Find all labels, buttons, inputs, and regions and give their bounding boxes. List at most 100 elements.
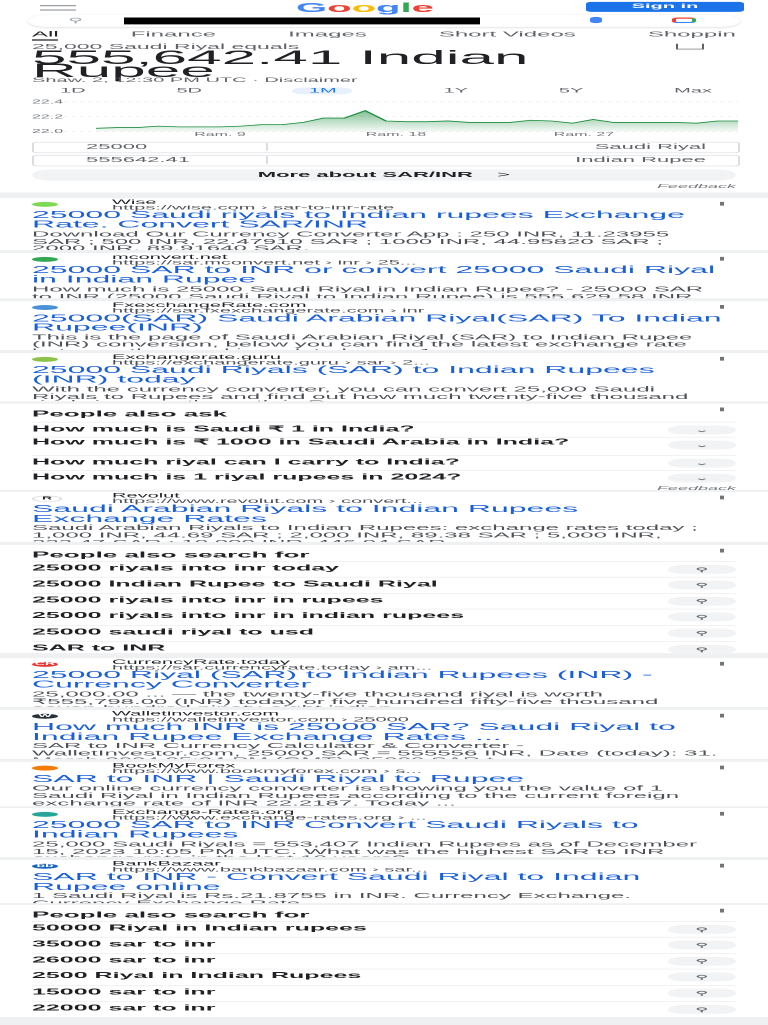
chevron-down-icon[interactable]: ⌄ <box>668 459 736 468</box>
search-icon[interactable]: ⚲ <box>668 613 736 622</box>
microphone-icon[interactable] <box>590 17 602 23</box>
result-title-link[interactable]: How much INR is 25000 SAR? Saudi Riyal t… <box>32 723 722 742</box>
result-snippet: With the currency converter, you can con… <box>32 385 722 400</box>
range-1d[interactable]: 1D <box>60 88 86 95</box>
question-item[interactable]: How much is ₹ 1000 in Saudi Arabia in In… <box>32 437 736 456</box>
tab-shopping[interactable]: Shoppin <box>648 29 736 40</box>
more-options-icon[interactable] <box>720 864 724 868</box>
search-icon[interactable]: ⚲ <box>668 645 736 653</box>
search-result: BookMyForexhttps://www.bookmyforex.com ›… <box>0 762 768 806</box>
tab-short-videos[interactable]: Short Videos <box>439 29 576 40</box>
y-tick-label: 22.2 <box>32 114 63 120</box>
result-title-link[interactable]: SAR to INR - Convert Saudi Riyal to Indi… <box>32 873 722 892</box>
to-amount-input[interactable]: 555642.41 <box>86 156 190 164</box>
result-title-link[interactable]: 25000 Saudi Riyals (SAR) to Indian Rupee… <box>32 365 722 384</box>
result-title-link[interactable]: Saudi Arabian Riyals to Indian Rupees Ex… <box>32 504 722 523</box>
search-result: WWalletinvestor.comhttps://walletinvesto… <box>0 710 768 759</box>
result-title-link[interactable]: 25000(SAR) Saudi Arabian Riyal(SAR) To I… <box>32 313 722 332</box>
more-options-icon[interactable] <box>720 357 724 361</box>
more-options-icon[interactable] <box>720 909 724 913</box>
tab-images[interactable]: Images <box>288 29 367 40</box>
more-options-icon[interactable] <box>720 549 724 553</box>
y-tick-label: 22.0 <box>32 128 64 134</box>
result-title-link[interactable]: SAR to INR | Saudi Riyal to Rupee <box>32 774 722 784</box>
related-search-item[interactable]: 26000 sar to inr⚲ <box>32 953 736 970</box>
search-icon[interactable]: ⚲ <box>668 581 736 590</box>
range-5y[interactable]: 5Y <box>559 88 583 95</box>
sign-in-button[interactable]: Sign in <box>586 2 744 12</box>
more-options-icon[interactable] <box>720 662 724 666</box>
to-currency-select[interactable]: Indian Rupee <box>575 156 706 164</box>
result-title-link[interactable]: 25000 Saudi riyals to Indian rupees Exch… <box>32 210 722 229</box>
site-favicon-icon <box>32 812 58 817</box>
tab-all[interactable]: All <box>32 29 59 40</box>
search-icon[interactable]: ⚲ <box>668 989 736 998</box>
item-text: SAR to INR <box>32 645 612 652</box>
related-search-item[interactable]: 25000 riyals into inr in indian rupees⚲ <box>32 609 736 626</box>
item-text: 25000 Indian Rupee to Saudi Riyal <box>32 581 612 588</box>
result-title-link[interactable]: 25000 SAR to INR or convert 25000 Saudi … <box>32 265 722 284</box>
related-search-item[interactable]: 25000 riyals into inr in rupees⚲ <box>32 593 736 610</box>
question-item[interactable]: How much is Saudi ₹ 1 in India?⌄ <box>32 422 736 438</box>
search-icon[interactable]: ⚲ <box>668 941 736 950</box>
search-icon[interactable]: ⚲ <box>668 957 736 966</box>
chevron-down-icon[interactable]: ⌄ <box>668 474 736 483</box>
more-options-icon[interactable] <box>720 496 724 500</box>
tab-finance[interactable]: Finance <box>131 29 216 40</box>
search-icon[interactable]: ⚲ <box>668 1005 736 1014</box>
section-heading: People also search for <box>32 910 309 919</box>
range-1y[interactable]: 1Y <box>444 88 468 95</box>
result-snippet: 1 Saudi Riyal is Rs.21.8755 in INR. Curr… <box>32 893 722 903</box>
more-options-icon[interactable] <box>720 305 724 309</box>
hamburger-menu-icon[interactable] <box>40 5 76 11</box>
people-also-ask: People also askHow much is Saudi ₹ 1 in … <box>0 404 768 490</box>
more-options-icon[interactable] <box>720 408 724 412</box>
site-favicon-icon: R <box>32 496 62 502</box>
result-snippet: How much is 25000 Saudi Riyal in Indian … <box>32 285 722 298</box>
feedback-link[interactable]: Feedback <box>657 183 736 189</box>
chevron-down-icon[interactable]: ⌄ <box>668 426 736 435</box>
item-text: 50000 Riyal in Indian rupees <box>32 925 612 932</box>
search-icon[interactable]: ⚲ <box>668 629 736 638</box>
related-search-item[interactable]: 15000 sar to inr⚲ <box>32 985 736 1002</box>
question-item[interactable]: How much riyal can I carry to India? ⌄ <box>32 455 736 471</box>
related-search-item[interactable]: 25000 Indian Rupee to Saudi Riyal ⚲ <box>32 577 736 594</box>
search-icon[interactable]: ⚲ <box>668 973 736 982</box>
related-search-item[interactable]: 22000 sar to inr⚲ <box>32 1001 736 1017</box>
exchange-rate-chart[interactable]: 22.422.222.0Ram. 9Ram. 18Ram. 27 <box>0 97 768 137</box>
share-icon[interactable] <box>676 44 704 50</box>
item-text: How much riyal can I carry to India? <box>32 459 612 466</box>
to-amount-row[interactable]: 555642.41 Indian Rupee <box>32 155 740 166</box>
result-title-link[interactable]: 25000 Riyal (SAR) to Indian Rupees (INR)… <box>32 670 722 689</box>
more-options-icon[interactable] <box>720 714 724 718</box>
more-options-icon[interactable] <box>720 257 724 261</box>
related-search-item[interactable]: SAR to INR ⚲ <box>32 641 736 653</box>
google-logo[interactable]: Google <box>296 1 434 15</box>
more-options-icon[interactable] <box>720 202 724 206</box>
chevron-down-icon[interactable]: ⌄ <box>668 441 736 450</box>
search-icon[interactable]: ⚲ <box>668 565 736 574</box>
more-about-button[interactable]: More about SAR/INR > <box>32 169 736 180</box>
question-item[interactable]: How much is 1 riyal rupees in 2024?⌄ <box>32 470 736 487</box>
related-search-item[interactable]: 25000 saudi riyal to usd⚲ <box>32 625 736 642</box>
result-title-link[interactable]: 25000 SAR to INR Convert Saudi Riyals to… <box>32 820 722 839</box>
feedback-link[interactable]: Feedback <box>657 485 736 490</box>
range-max[interactable]: Max <box>674 88 712 95</box>
site-favicon-icon <box>32 202 58 207</box>
more-options-icon[interactable] <box>720 812 724 816</box>
related-search-item[interactable]: 50000 Riyal in Indian rupees ⚲ <box>32 921 736 938</box>
search-icon[interactable]: ⚲ <box>668 597 736 606</box>
range-5d[interactable]: 5D <box>176 88 202 95</box>
more-options-icon[interactable] <box>720 766 724 770</box>
search-icon[interactable]: ⚲ <box>668 925 736 934</box>
result-snippet: Saudi Arabian Riyals to Indian Rupees: e… <box>32 524 722 542</box>
range-1m[interactable]: 1M <box>293 88 353 95</box>
related-search-item[interactable]: 35000 sar to inr⚲ <box>32 937 736 954</box>
from-amount-input[interactable]: 25000 <box>86 143 147 151</box>
lens-camera-icon[interactable] <box>672 18 696 24</box>
related-search-item[interactable]: 25000 riyals into inr today⚲ <box>32 561 736 578</box>
from-amount-row[interactable]: 25000 Saudi Riyal <box>32 142 740 153</box>
related-search-item[interactable]: 2500 Riyal in Indian Rupees⚲ <box>32 969 736 986</box>
from-currency-select[interactable]: Saudi Riyal <box>595 143 706 151</box>
site-favicon-icon <box>32 305 58 310</box>
